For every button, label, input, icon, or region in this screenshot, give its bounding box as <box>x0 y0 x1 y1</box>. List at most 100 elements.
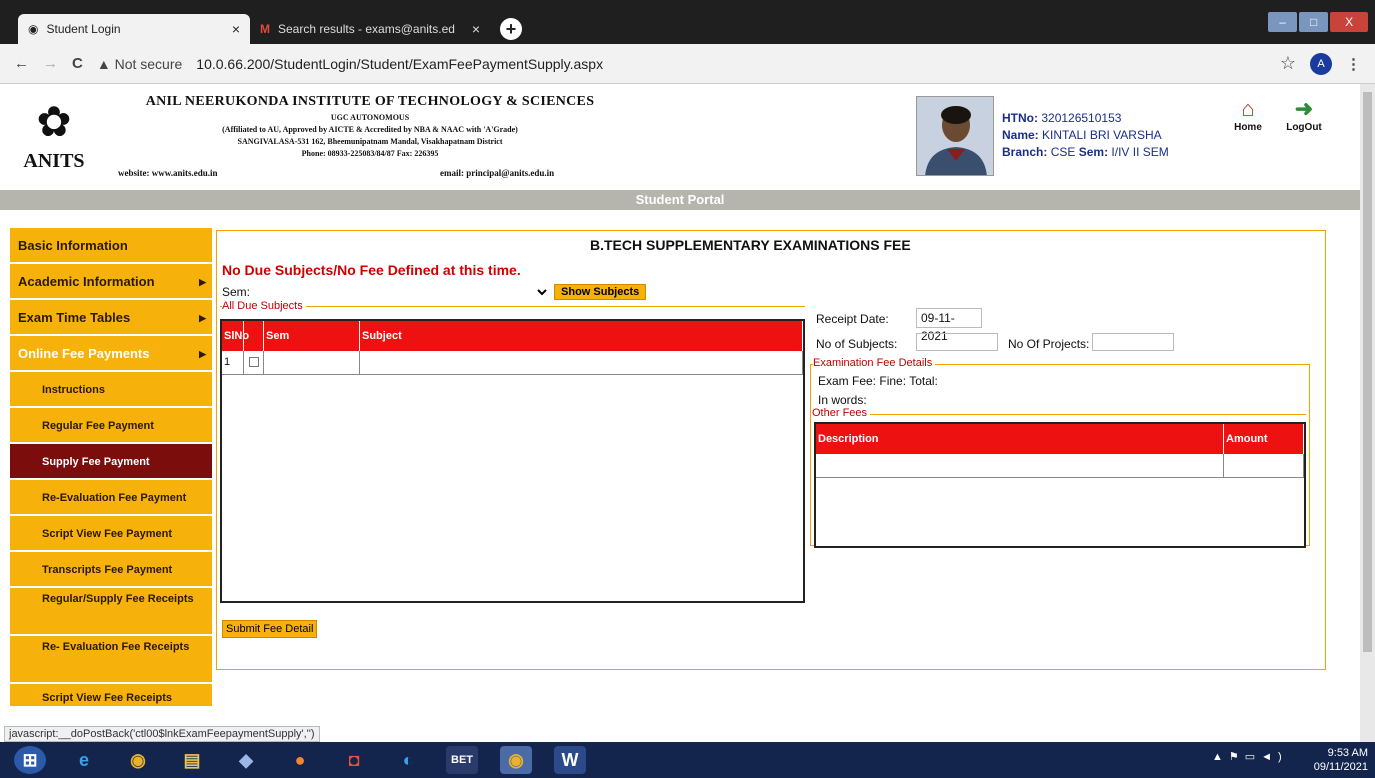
no-of-projects-field[interactable] <box>1092 333 1174 351</box>
branch-value: CSE <box>1050 145 1076 159</box>
sidebar-item-regular-fee-payment[interactable]: Regular Fee Payment <box>10 408 212 444</box>
submenu-arrow-icon: ▶ <box>199 349 206 359</box>
window-controls: – □ X <box>1268 12 1368 32</box>
tray-arrow-icon[interactable]: ▲ <box>1212 751 1229 763</box>
firefox-icon[interactable]: ● <box>284 746 316 774</box>
exam-fee-line: Exam Fee: Fine: Total: <box>818 374 938 388</box>
scrollbar-thumb[interactable] <box>1363 92 1372 652</box>
browser-tab-bar: ◉ Student Login × M Search results - exa… <box>0 0 1375 44</box>
word-icon[interactable]: W <box>554 746 586 774</box>
table-header: SlNo Sem Subject <box>222 321 803 351</box>
sidebar-item-label: Exam Time Tables <box>18 310 131 325</box>
cell-subject <box>360 351 803 374</box>
browser-menu-icon[interactable]: ⋮ <box>1346 55 1361 73</box>
row-checkbox[interactable] <box>249 357 259 367</box>
submenu-arrow-icon: ▶ <box>199 313 206 323</box>
start-button-icon[interactable]: ⊞ <box>14 746 46 774</box>
show-subjects-button[interactable]: Show Subjects <box>554 284 647 300</box>
institution-block: ANIL NEERUKONDA INSTITUTE OF TECHNOLOGY … <box>110 94 630 158</box>
sidebar-item-script-view-fee-payment[interactable]: Script View Fee Payment <box>10 516 212 552</box>
tab-title: Search results - exams@anits.ed <box>278 22 455 36</box>
sidebar-item-instructions[interactable]: Instructions <box>10 372 212 408</box>
chrome-active-icon[interactable]: ◉ <box>500 746 532 774</box>
affiliation-text: (Affiliated to AU, Approved by AICTE & A… <box>222 125 518 134</box>
app-icon[interactable]: ◆ <box>230 746 262 774</box>
htno-label: HTNo: <box>1002 111 1038 125</box>
chrome-taskbar-icon[interactable]: ◉ <box>122 746 154 774</box>
name-value: KINTALI BRI VARSHA <box>1042 128 1162 142</box>
system-clock[interactable]: 9:53 AM 09/11/2021 <box>1272 746 1368 774</box>
table-row <box>816 454 1304 478</box>
submit-fee-detail-button[interactable]: Submit Fee Detail <box>222 620 318 638</box>
cell-slno: 1 <box>222 351 244 374</box>
emblem-icon: ✿ <box>36 98 72 145</box>
no-of-projects-label: No Of Projects: <box>1008 337 1090 351</box>
sidebar-item-label: Academic Information <box>18 274 155 289</box>
column-header-slno: SlNo <box>222 321 249 351</box>
profile-avatar[interactable]: A <box>1310 52 1332 75</box>
website-text: website: www.anits.edu.in <box>118 168 218 178</box>
anits-logo: ✿ ANITS <box>14 94 94 184</box>
name-label: Name: <box>1002 128 1039 142</box>
student-photo <box>916 96 994 176</box>
student-info: HTNo: 320126510153 Name: KINTALI BRI VAR… <box>1002 110 1169 161</box>
security-indicator[interactable]: ▲ Not secure <box>97 56 182 72</box>
bookmark-star-icon[interactable]: ☆ <box>1280 53 1296 74</box>
page-title: B.TECH SUPPLEMENTARY EXAMINATIONS FEE <box>590 237 911 253</box>
internet-explorer-icon[interactable]: e <box>68 746 100 774</box>
sidebar-item-exam-time-tables[interactable]: Exam Time Tables ▶ <box>10 300 212 336</box>
file-explorer-icon[interactable]: ▤ <box>176 746 208 774</box>
sem-select[interactable] <box>254 284 551 300</box>
office-app-icon[interactable]: ◘ <box>338 746 370 774</box>
tab-student-login[interactable]: ◉ Student Login × <box>18 14 250 44</box>
column-header-select <box>244 321 264 351</box>
no-due-notice: No Due Subjects/No Fee Defined at this t… <box>222 262 521 278</box>
bet-app-icon[interactable]: BET <box>446 746 478 774</box>
sidebar-item-re-evaluation-fee-receipts[interactable]: Re- Evaluation Fee Receipts <box>10 636 212 684</box>
no-of-subjects-label: No of Subjects: <box>816 337 898 351</box>
sidebar-item-re-evaluation-fee-payment[interactable]: Re-Evaluation Fee Payment <box>10 480 212 516</box>
address-text: SANGIVALASA-531 162, Bheemunipatnam Mand… <box>237 137 503 146</box>
address-bar: ← → C ▲ Not secure 10.0.66.200/StudentLo… <box>0 44 1375 84</box>
exam-fee-label: Exam Fee: <box>818 374 877 388</box>
sem-value: I/IV II SEM <box>1111 145 1169 159</box>
back-icon[interactable]: ← <box>14 55 29 72</box>
minimize-button[interactable]: – <box>1268 12 1298 32</box>
new-tab-button[interactable]: + <box>500 18 522 40</box>
clock-time: 9:53 AM <box>1327 747 1368 759</box>
home-button[interactable]: ⌂ Home <box>1226 96 1270 133</box>
edge-app-icon[interactable]: ◐ <box>392 746 424 774</box>
branch-label: Branch: <box>1002 145 1048 159</box>
logout-label: LogOut <box>1286 122 1322 133</box>
tab-close-icon[interactable]: × <box>232 21 240 37</box>
sidebar-item-online-fee-payments[interactable]: Online Fee Payments ▶ <box>10 336 212 372</box>
clock-date: 09/11/2021 <box>1313 761 1368 773</box>
no-of-subjects-field[interactable] <box>916 333 998 351</box>
sidebar-item-script-view-fee-receipts[interactable]: Script View Fee Receipts <box>10 684 212 708</box>
receipt-date-field[interactable]: 09-11-2021 <box>916 308 982 343</box>
windows-taskbar: ⊞ e ◉ ▤ ◆ ● ◘ ◐ BET ◉ W <box>0 742 1375 778</box>
sidebar-item-transcripts-fee-payment[interactable]: Transcripts Fee Payment <box>10 552 212 588</box>
forward-icon[interactable]: → <box>43 55 58 72</box>
sidebar-item-academic-information[interactable]: Academic Information ▶ <box>10 264 212 300</box>
site-header: ✿ ANITS ANIL NEERUKONDA INSTITUTE OF TEC… <box>0 84 1375 190</box>
sidebar-menu: Basic Information Academic Information ▶ … <box>10 228 212 728</box>
table-row: 1 <box>222 351 803 375</box>
flag-icon[interactable]: ⚑ <box>1229 751 1245 763</box>
page-scrollbar[interactable] <box>1360 84 1375 742</box>
network-icon[interactable]: ▭ <box>1245 751 1261 763</box>
other-fees-table: Description Amount <box>814 422 1306 548</box>
logout-button[interactable]: ➜ LogOut <box>1276 96 1332 133</box>
close-window-button[interactable]: X <box>1330 12 1368 32</box>
tab-gmail-search[interactable]: M Search results - exams@anits.ed × <box>250 14 490 44</box>
maximize-button[interactable]: □ <box>1299 12 1329 32</box>
home-label: Home <box>1234 122 1262 133</box>
sidebar-item-supply-fee-payment[interactable]: Supply Fee Payment <box>10 444 212 480</box>
cell-sem <box>264 351 360 374</box>
sidebar-item-regular-supply-fee-receipts[interactable]: Regular/Supply Fee Receipts <box>10 588 212 636</box>
tab-close-icon[interactable]: × <box>472 21 480 37</box>
sidebar-item-basic-information[interactable]: Basic Information <box>10 228 212 264</box>
url-input[interactable]: 10.0.66.200/StudentLogin/Student/ExamFee… <box>196 56 603 72</box>
reload-icon[interactable]: C <box>72 55 83 72</box>
sem-label: Sem: <box>1078 145 1109 159</box>
